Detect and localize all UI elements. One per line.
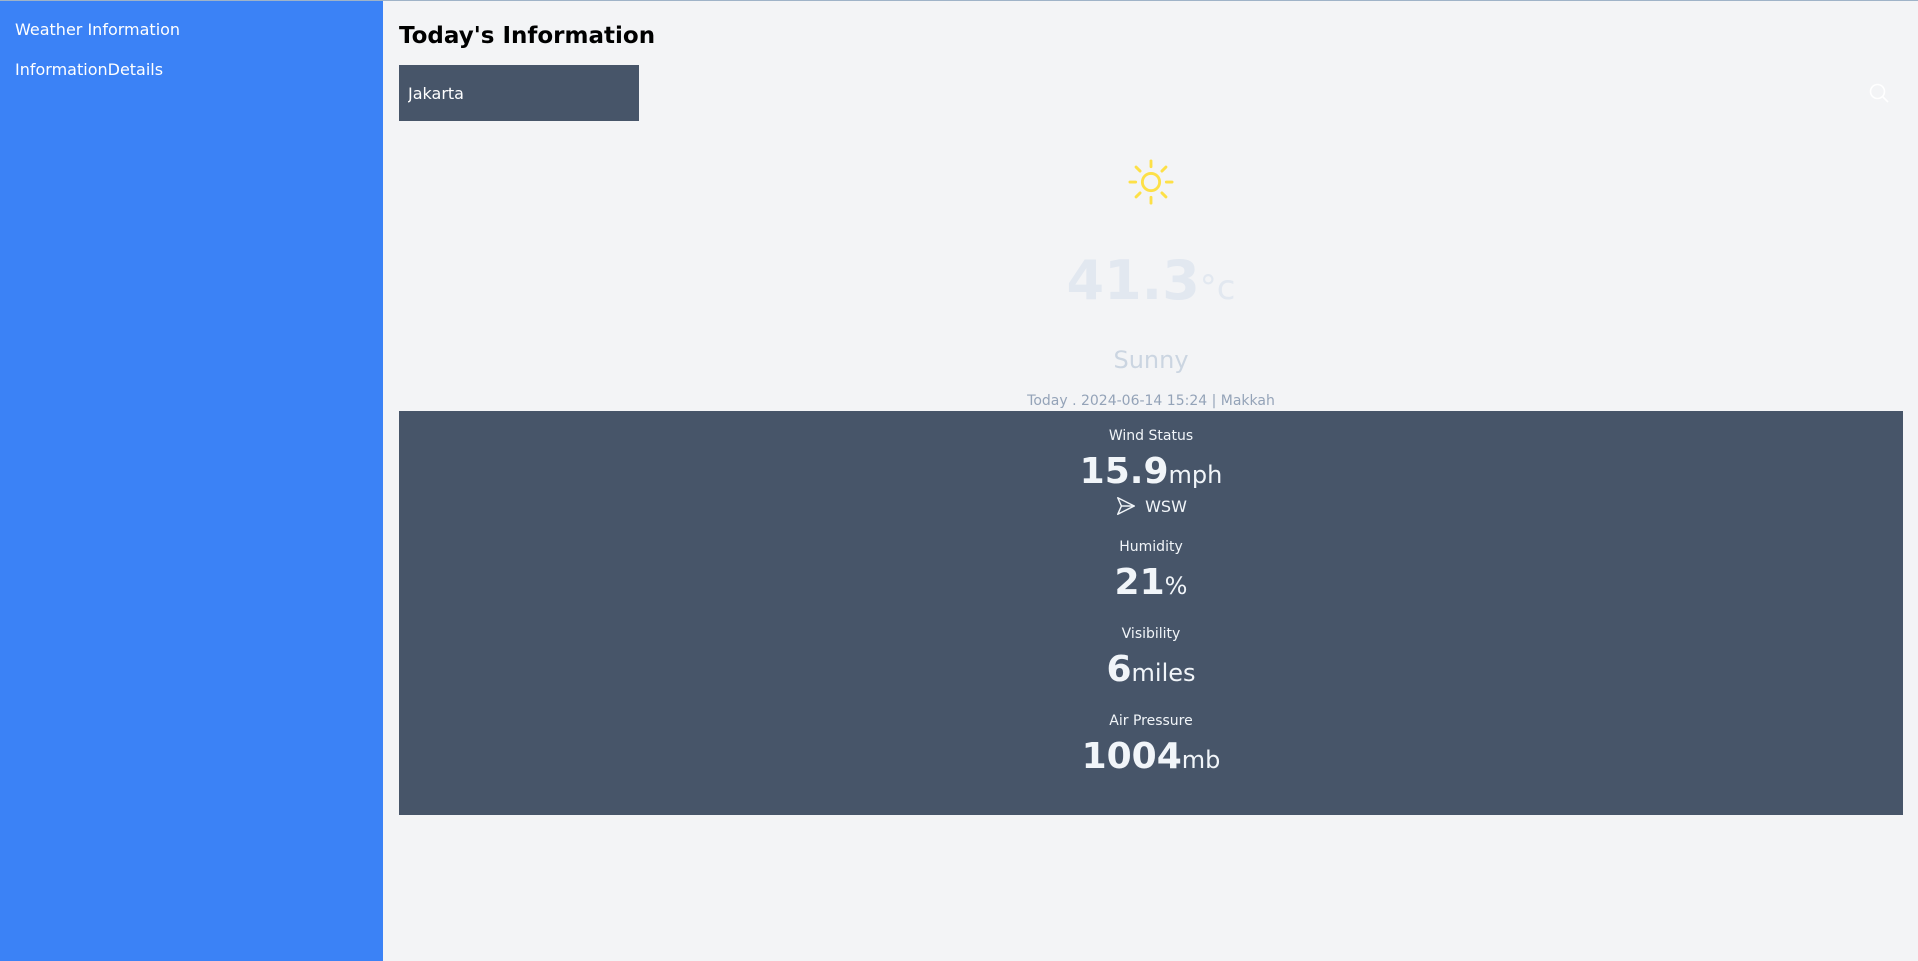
page-title: Today's Information: [399, 23, 656, 49]
main-content: Today's Information 41.3°c: [383, 1, 1918, 961]
wind-speed: 15.9: [1079, 451, 1169, 492]
temperature-value: 41.3: [1066, 249, 1200, 312]
search-row: [399, 65, 1903, 121]
sidebar-item-information-details[interactable]: InformationDetails: [0, 58, 383, 98]
air-pressure-label: Air Pressure: [1109, 713, 1193, 729]
app-root: Weather Information InformationDetails T…: [0, 0, 1918, 961]
wind-direction-text: WSW: [1145, 496, 1187, 516]
visibility-unit: miles: [1131, 659, 1196, 687]
sidebar: Weather Information InformationDetails: [0, 1, 383, 961]
sun-icon: [1128, 159, 1174, 205]
visibility-number: 6: [1106, 649, 1132, 690]
visibility-value: 6miles: [399, 649, 1903, 691]
search-icon[interactable]: [1867, 81, 1891, 105]
weather-condition: Sunny: [1113, 346, 1189, 374]
temperature-unit: °c: [1199, 268, 1236, 308]
date-location: Today . 2024-06-14 15:24 | Makkah: [1027, 393, 1275, 409]
humidity-unit: %: [1164, 572, 1188, 600]
city-search-input[interactable]: [399, 65, 639, 121]
humidity-label: Humidity: [1119, 539, 1183, 555]
temperature: 41.3°c: [399, 250, 1903, 312]
air-pressure-number: 1004: [1081, 736, 1182, 777]
humidity-value: 21%: [399, 562, 1903, 604]
humidity-number: 21: [1114, 562, 1165, 603]
air-pressure-unit: mb: [1181, 746, 1221, 774]
wind-status-value: 15.9mph: [399, 451, 1903, 493]
air-pressure-value: 1004mb: [399, 736, 1903, 778]
send-arrow-icon: [1117, 497, 1136, 515]
wind-unit: mph: [1168, 461, 1223, 489]
wind-status-label: Wind Status: [1108, 428, 1194, 444]
details-panel: Wind Status 15.9mph WSW Humidity 21% Vis…: [399, 411, 1903, 815]
wind-direction: WSW: [399, 493, 1903, 519]
sidebar-item-weather-information[interactable]: Weather Information: [0, 18, 383, 58]
current-weather: 41.3°c Sunny Today . 2024-06-14 15:24 | …: [399, 159, 1903, 411]
visibility-label: Visibility: [1121, 626, 1181, 642]
